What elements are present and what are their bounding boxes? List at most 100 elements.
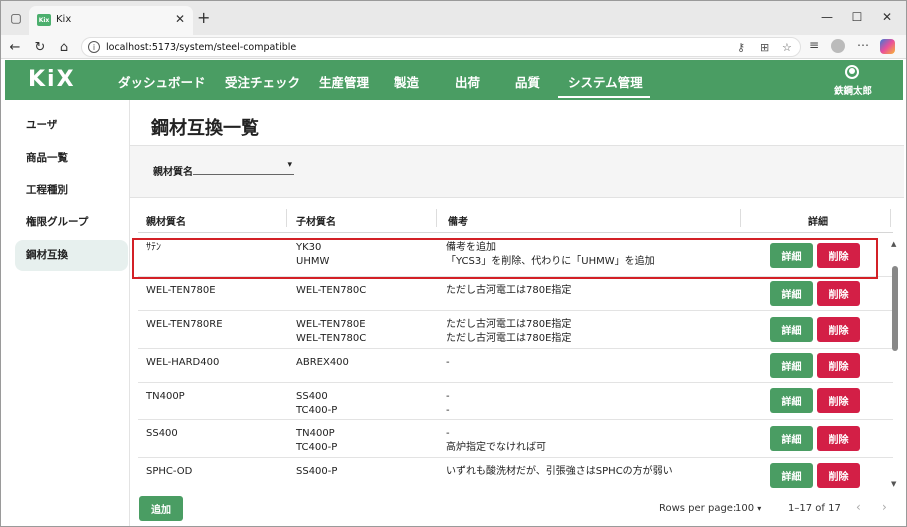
more-icon[interactable]: ⋯ <box>857 38 869 52</box>
parent-material-select[interactable]: ▾ <box>193 160 294 175</box>
column-separator <box>890 209 891 227</box>
kix-favicon-icon: Kix <box>37 14 51 26</box>
chevron-down-icon: ▾ <box>287 160 292 170</box>
delete-button[interactable]: 削除 <box>817 463 860 488</box>
chevron-down-icon: ▾ <box>757 504 762 513</box>
nav-active-indicator <box>558 96 650 98</box>
back-icon[interactable]: ← <box>6 38 24 56</box>
cell-parent: WEL-TEN780RE <box>146 319 223 330</box>
filter-label: 親材質名 <box>153 167 193 178</box>
user-name[interactable]: 鉄鋼太郎 <box>834 83 872 97</box>
note-line: ただし古河電工は780E指定 <box>446 285 572 296</box>
table-row: TN400P SS400 TC400-P - - 詳細 削除 <box>138 383 893 420</box>
note-line: - <box>446 428 450 439</box>
profile-avatar[interactable] <box>831 39 845 53</box>
column-header-parent[interactable]: 親材質名 <box>146 213 186 228</box>
child-material: SS400 <box>296 391 328 402</box>
page-title: 鋼材互換一覧 <box>151 118 259 139</box>
close-tab-icon[interactable]: ✕ <box>175 12 185 26</box>
delete-button[interactable]: 削除 <box>817 388 860 413</box>
column-separator <box>436 209 437 227</box>
column-separator <box>740 209 741 227</box>
nav-manufacturing[interactable]: 製造 <box>394 72 419 91</box>
column-header-notes[interactable]: 備考 <box>448 213 468 228</box>
table-scrollbar[interactable]: ▲ ▼ <box>891 240 899 490</box>
nav-dashboard[interactable]: ダッシュボード <box>118 72 206 91</box>
close-window-icon[interactable]: ✕ <box>877 10 897 24</box>
note-line: 高炉指定でなければ可 <box>446 442 546 453</box>
app-available-icon[interactable]: ⊞ <box>760 41 769 54</box>
user-icon[interactable] <box>845 65 859 79</box>
scroll-up-icon[interactable]: ▲ <box>891 240 896 248</box>
new-tab-icon[interactable]: + <box>197 8 210 27</box>
cell-children: ABREX400 <box>296 356 349 370</box>
detail-button[interactable]: 詳細 <box>770 388 813 413</box>
nav-shipping[interactable]: 出荷 <box>455 72 480 91</box>
cell-children: WEL-TEN780C <box>296 284 366 298</box>
highlight-box <box>132 238 878 279</box>
cell-notes: いずれも酸洗材だが、引張強さはSPHCの方が弱い <box>446 465 673 479</box>
favorites-icon[interactable]: ≡ <box>809 38 819 52</box>
sidebar-item-process-types[interactable]: 工程種別 <box>15 175 128 206</box>
add-button[interactable]: 追加 <box>139 496 183 521</box>
child-material: SS400-P <box>296 466 338 477</box>
cell-parent: SPHC-OD <box>146 466 193 477</box>
note-line: - <box>446 391 450 402</box>
cell-parent: WEL-HARD400 <box>146 357 220 368</box>
nav-order-check[interactable]: 受注チェック <box>225 72 300 91</box>
browser-tab-bar: ▢ Kix Kix ✕ + — ☐ ✕ <box>1 1 906 35</box>
note-line: いずれも酸洗材だが、引張強さはSPHCの方が弱い <box>446 466 673 477</box>
cell-children: SS400-P <box>296 465 337 479</box>
url-field[interactable]: i localhost:5173/system/steel-compatible… <box>81 37 801 57</box>
child-material: TC400-P <box>296 442 338 453</box>
table-row: WEL-TEN780RE WEL-TEN780E WEL-TEN780C ただし… <box>138 311 893 349</box>
sidebar-item-permission-groups[interactable]: 権限グループ <box>15 207 128 238</box>
detail-button[interactable]: 詳細 <box>770 426 813 451</box>
detail-button[interactable]: 詳細 <box>770 353 813 378</box>
home-icon[interactable]: ⌂ <box>55 38 73 56</box>
scroll-down-icon[interactable]: ▼ <box>891 480 896 488</box>
maximize-icon[interactable]: ☐ <box>847 10 867 24</box>
column-header-detail[interactable]: 詳細 <box>808 213 828 228</box>
prev-page-icon[interactable]: ‹ <box>856 500 861 514</box>
nav-quality[interactable]: 品質 <box>515 72 540 91</box>
copilot-icon[interactable] <box>880 39 895 54</box>
table-row: SS400 TN400P TC400-P - 高炉指定でなければ可 詳細 削除 <box>138 420 893 458</box>
site-info-icon[interactable]: i <box>88 41 100 53</box>
note-line: - <box>446 357 450 368</box>
next-page-icon[interactable]: › <box>882 500 887 514</box>
child-material: WEL-TEN780C <box>296 333 367 344</box>
cell-children: SS400 TC400-P <box>296 390 337 418</box>
note-line: ただし古河電工は780E指定 <box>446 333 572 344</box>
detail-button[interactable]: 詳細 <box>770 463 813 488</box>
detail-button[interactable]: 詳細 <box>770 317 813 342</box>
scrollbar-thumb[interactable] <box>892 266 898 351</box>
tab-actions-icon[interactable]: ▢ <box>6 8 26 28</box>
delete-button[interactable]: 削除 <box>817 317 860 342</box>
delete-button[interactable]: 削除 <box>817 353 860 378</box>
rows-per-page-value: 100 <box>735 503 755 514</box>
reload-icon[interactable]: ↻ <box>31 38 49 56</box>
cell-children: TN400P TC400-P <box>296 427 337 455</box>
sidebar-item-steel-compatible[interactable]: 鋼材互換 <box>15 240 128 271</box>
kix-logo[interactable]: KiX <box>28 67 76 92</box>
sidebar-item-products[interactable]: 商品一覧 <box>15 143 128 174</box>
nav-production[interactable]: 生産管理 <box>319 72 369 91</box>
delete-button[interactable]: 削除 <box>817 281 860 306</box>
column-header-child[interactable]: 子材質名 <box>296 213 336 228</box>
favorite-star-icon[interactable]: ☆ <box>782 41 792 54</box>
browser-window: ▢ Kix Kix ✕ + — ☐ ✕ ← ↻ ⌂ i localhost:51… <box>0 0 907 527</box>
rows-per-page-label: Rows per page: <box>659 503 737 514</box>
browser-tab[interactable]: Kix Kix ✕ <box>29 6 193 35</box>
nav-system-admin[interactable]: システム管理 <box>568 72 643 91</box>
minimize-icon[interactable]: — <box>817 10 837 24</box>
address-bar: ← ↻ ⌂ i localhost:5173/system/steel-comp… <box>1 35 906 59</box>
main-content: 鋼材互換一覧 親材質名 ▾ 親材質名 子材質名 備考 詳細 ｻﾃﾝ YK30 U… <box>129 100 904 526</box>
rows-per-page-select[interactable]: 100 ▾ <box>735 503 761 514</box>
sidebar-item-users[interactable]: ユーザ <box>15 110 128 141</box>
delete-button[interactable]: 削除 <box>817 426 860 451</box>
app-header: KiX ダッシュボード 受注チェック 生産管理 製造 出荷 品質 システム管理 … <box>5 60 903 100</box>
filter-panel: 親材質名 ▾ <box>130 146 904 198</box>
key-icon[interactable]: ⚷ <box>737 41 745 54</box>
detail-button[interactable]: 詳細 <box>770 281 813 306</box>
